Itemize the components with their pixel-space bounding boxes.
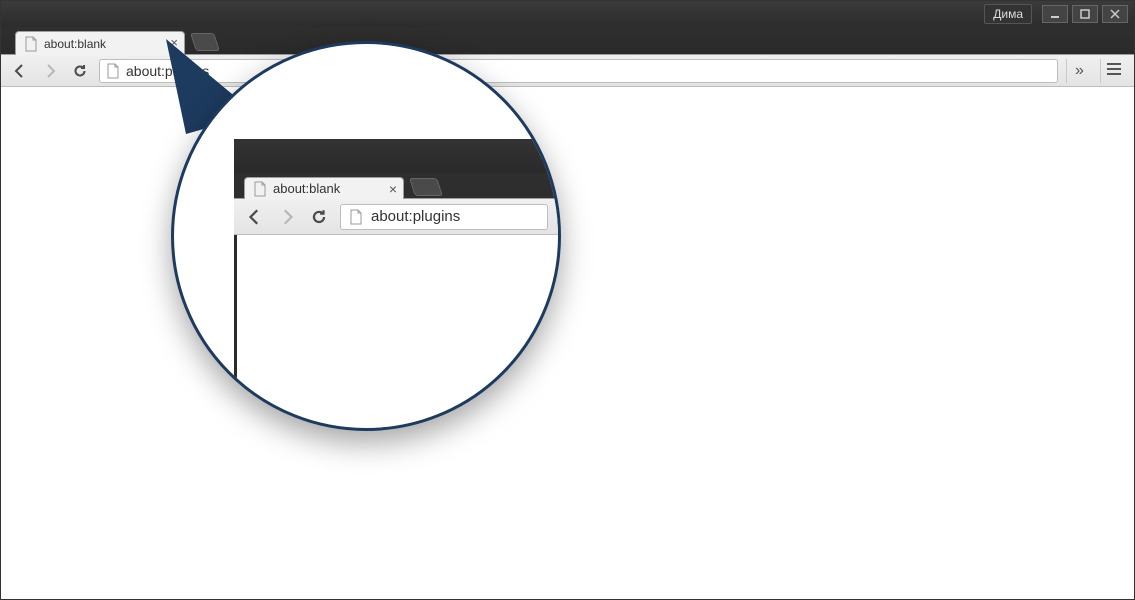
page-content (2, 88, 1133, 598)
menu-button[interactable] (1100, 59, 1126, 83)
overflow-button[interactable]: » (1066, 59, 1092, 83)
magnifier-window-edge (234, 235, 237, 428)
magnifier-toolbar: about:plugins (234, 199, 558, 235)
window-titlebar: Дима (1, 1, 1134, 27)
forward-button[interactable] (39, 60, 61, 82)
tab-title: about:blank (44, 37, 106, 51)
close-window-button[interactable] (1102, 5, 1128, 23)
magnifier-address-bar: about:plugins (340, 204, 548, 230)
reload-button[interactable] (69, 60, 91, 82)
magnifier-new-tab (409, 178, 443, 196)
back-button[interactable] (9, 60, 31, 82)
hamburger-icon (1107, 62, 1121, 80)
magnifier-overlay: about:blank × about:plugins (171, 41, 561, 431)
page-icon (349, 209, 363, 225)
magnifier-titlebar (234, 139, 558, 173)
page-icon (253, 181, 267, 197)
forward-button (276, 206, 298, 228)
magnifier-tab-title: about:blank (273, 181, 340, 196)
back-button (244, 206, 266, 228)
reload-button (308, 206, 330, 228)
page-icon (24, 36, 38, 52)
page-icon (106, 63, 120, 79)
magnifier-tab-strip: about:blank × (234, 173, 558, 199)
tab-close-icon: × (389, 181, 397, 197)
user-badge[interactable]: Дима (984, 4, 1032, 24)
magnifier-tab: about:blank × (244, 177, 404, 199)
maximize-button[interactable] (1072, 5, 1098, 23)
magnifier-url: about:plugins (371, 208, 460, 225)
chevron-double-right-icon: » (1075, 62, 1084, 80)
minimize-button[interactable] (1042, 5, 1068, 23)
